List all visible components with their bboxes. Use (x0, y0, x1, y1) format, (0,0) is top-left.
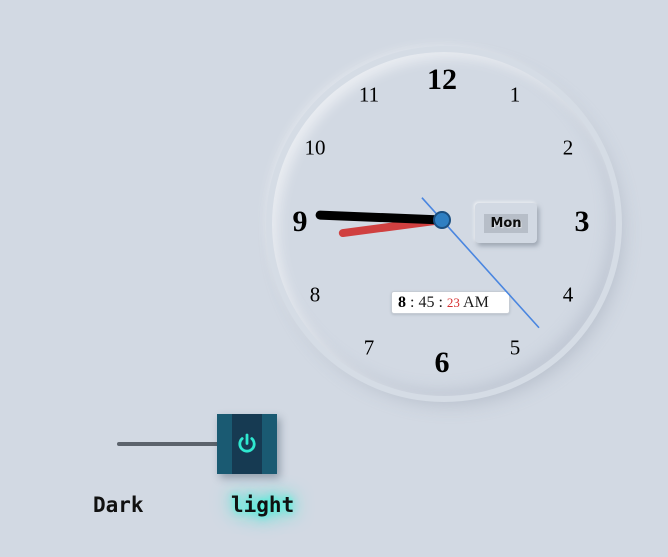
analog-clock: 12 1 2 3 4 5 6 7 8 9 10 11 Mon 8 : 45 : … (272, 52, 616, 396)
dark-mode-label[interactable]: Dark (93, 495, 144, 516)
clock-center-dot (433, 211, 451, 229)
clock-hands (315, 197, 540, 329)
minute-hand (315, 210, 447, 225)
theme-toggle-button[interactable] (217, 414, 277, 474)
theme-toggle-track[interactable] (117, 442, 219, 446)
light-mode-label[interactable]: light (231, 495, 294, 516)
power-icon (238, 433, 256, 453)
